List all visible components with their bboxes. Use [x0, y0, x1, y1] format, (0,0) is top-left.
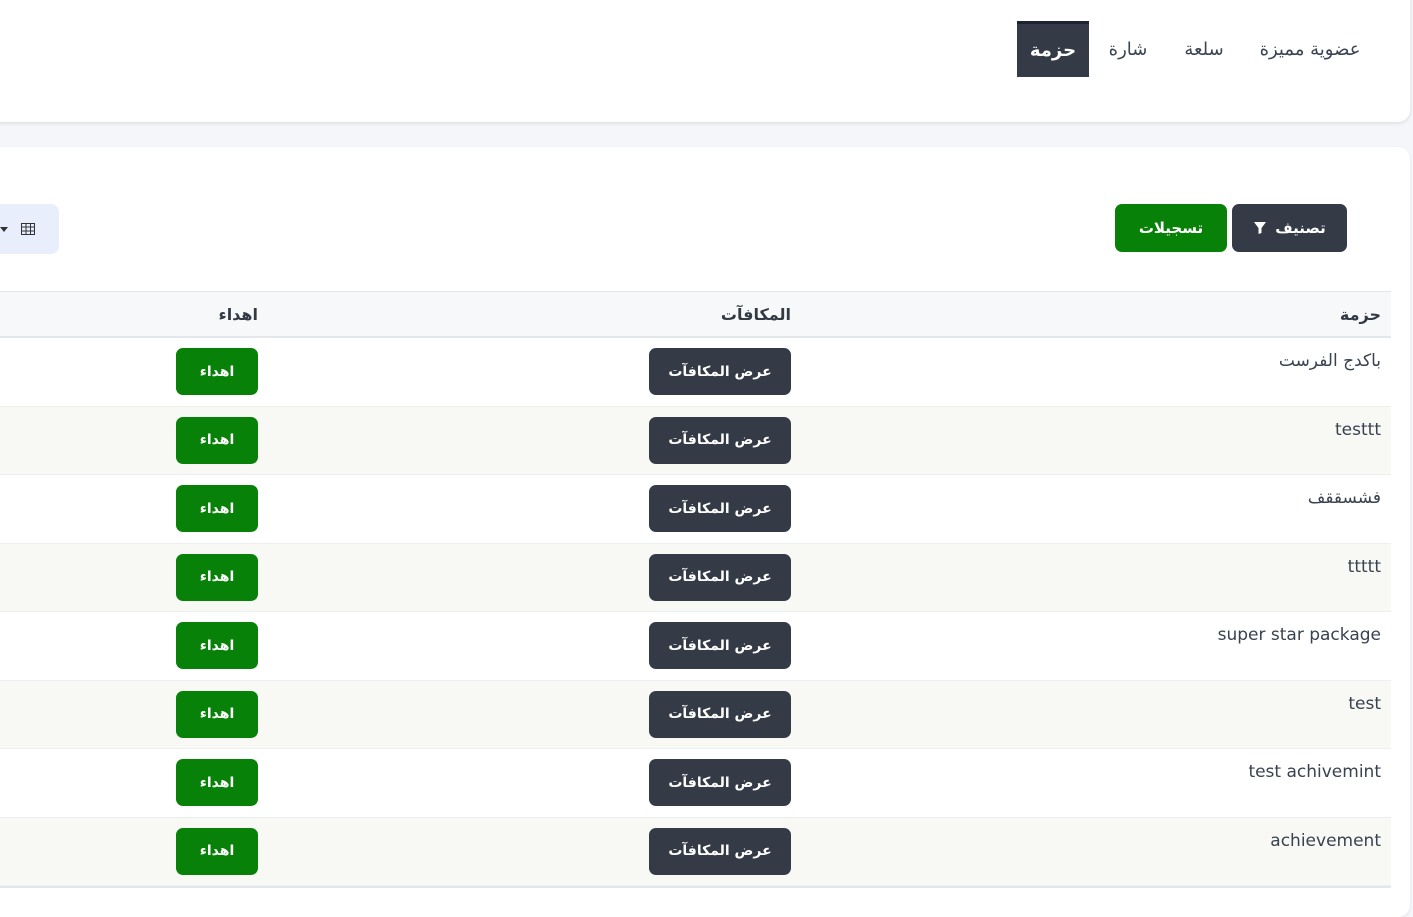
package-name: achievement	[1270, 830, 1381, 851]
gift-button[interactable]: اهداء	[176, 827, 258, 875]
gift-button[interactable]: اهداء	[176, 553, 258, 601]
header-gift: اهداء	[218, 305, 258, 324]
table-row: ttttt عرض المكافآت اهداء	[0, 543, 1391, 612]
package-name: فشسققف	[1307, 488, 1381, 508]
view-rewards-button[interactable]: عرض المكافآت	[649, 759, 791, 806]
tab-package[interactable]: حزمة	[1017, 21, 1089, 77]
filter-icon	[1254, 222, 1267, 234]
package-name: test achivemint	[1248, 762, 1381, 782]
gift-button[interactable]: اهداء	[176, 690, 258, 738]
gift-button[interactable]: اهداء	[176, 416, 258, 464]
gift-button[interactable]: اهداء	[176, 485, 258, 532]
records-button[interactable]: تسجيلات	[1115, 204, 1227, 252]
view-rewards-button[interactable]: عرض المكافآت	[649, 690, 791, 738]
table-row: test عرض المكافآت اهداء	[0, 680, 1391, 749]
table-row: super star package عرض المكافآت اهداء	[0, 612, 1391, 681]
header-rewards: المكافآت	[720, 305, 791, 324]
header-package: حزمة	[1339, 305, 1381, 324]
table-row: test achivemint عرض المكافآت اهداء	[0, 749, 1391, 818]
package-name: باكدج الفرست	[1278, 351, 1381, 371]
table-row: فشسققف عرض المكافآت اهداء	[0, 475, 1391, 544]
grid-icon	[21, 223, 35, 235]
gift-button[interactable]: اهداء	[176, 348, 258, 395]
package-name: ttttt	[1347, 556, 1381, 577]
table-header: حزمة المكافآت اهداء	[0, 291, 1391, 338]
table-row: achievement عرض المكافآت اهداء	[0, 817, 1391, 886]
table-bottom-border	[0, 886, 1391, 888]
filter-label: تصنيف	[1275, 219, 1326, 237]
package-name: test	[1348, 693, 1381, 714]
view-rewards-button[interactable]: عرض المكافآت	[649, 553, 791, 601]
view-rewards-button[interactable]: عرض المكافآت	[649, 416, 791, 464]
view-rewards-button[interactable]: عرض المكافآت	[649, 622, 791, 669]
table-row: باكدج الفرست عرض المكافآت اهداء	[0, 338, 1391, 407]
tab-premium-membership[interactable]: عضوية مميزة	[1250, 21, 1370, 77]
package-name: testtt	[1335, 419, 1381, 440]
records-label: تسجيلات	[1138, 219, 1204, 237]
chevron-down-icon	[0, 227, 8, 232]
view-rewards-button[interactable]: عرض المكافآت	[649, 485, 791, 532]
view-toggle-button[interactable]	[0, 204, 59, 254]
package-name: super star package	[1217, 625, 1381, 645]
packages-table: حزمة المكافآت اهداء باكدج الفرست عرض الم…	[0, 291, 1391, 888]
tab-item[interactable]: سلعة	[1172, 21, 1236, 77]
tab-badge[interactable]: شارة	[1100, 21, 1156, 77]
view-rewards-button[interactable]: عرض المكافآت	[649, 827, 791, 875]
table-row: testtt عرض المكافآت اهداء	[0, 406, 1391, 475]
gift-button[interactable]: اهداء	[176, 759, 258, 806]
view-rewards-button[interactable]: عرض المكافآت	[649, 348, 791, 395]
filter-button[interactable]: تصنيف	[1232, 204, 1347, 252]
gift-button[interactable]: اهداء	[176, 622, 258, 669]
